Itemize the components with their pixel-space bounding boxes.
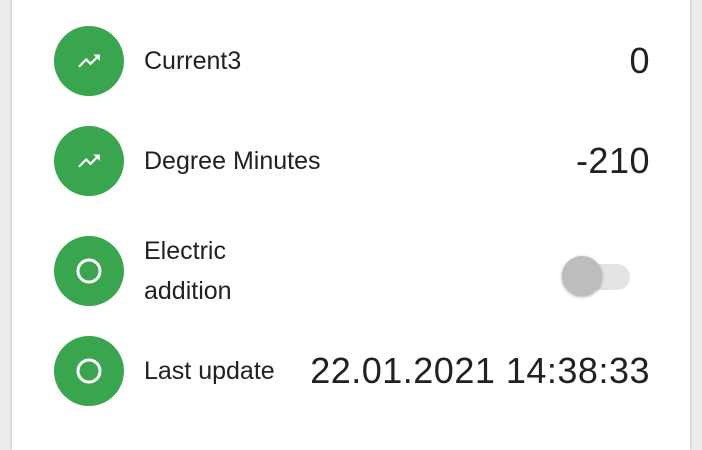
entity-avatar xyxy=(54,336,124,406)
entity-name: Electric addition xyxy=(144,237,232,305)
entity-avatar xyxy=(54,26,124,96)
entity-name: Current3 xyxy=(144,47,242,75)
trending-up-icon xyxy=(78,54,100,68)
entity-state: -210 xyxy=(575,140,650,181)
entity-name: Last update xyxy=(144,357,275,385)
entity-row-current3[interactable]: Current3 0 xyxy=(12,25,690,97)
circle-outline-icon xyxy=(76,358,102,384)
entity-row-degree-minutes[interactable]: Degree Minutes -210 xyxy=(12,125,690,197)
electric-addition-toggle[interactable] xyxy=(562,256,632,296)
entity-avatar xyxy=(54,236,124,306)
entities-card: Current3 0 Degree Minutes -210 Electric … xyxy=(12,0,690,450)
entity-avatar xyxy=(54,126,124,196)
entity-name: Degree Minutes xyxy=(144,147,321,175)
entity-row-last-update[interactable]: Last update 22.01.2021 14:38:33 xyxy=(12,335,690,407)
trending-up-icon xyxy=(78,154,100,168)
entity-state: 22.01.2021 14:38:33 xyxy=(310,350,650,391)
circle-outline-icon xyxy=(76,258,102,284)
toggle-thumb[interactable] xyxy=(562,256,602,296)
entity-row-electric-addition: Electric addition xyxy=(12,235,690,307)
entity-state: 0 xyxy=(629,40,650,81)
